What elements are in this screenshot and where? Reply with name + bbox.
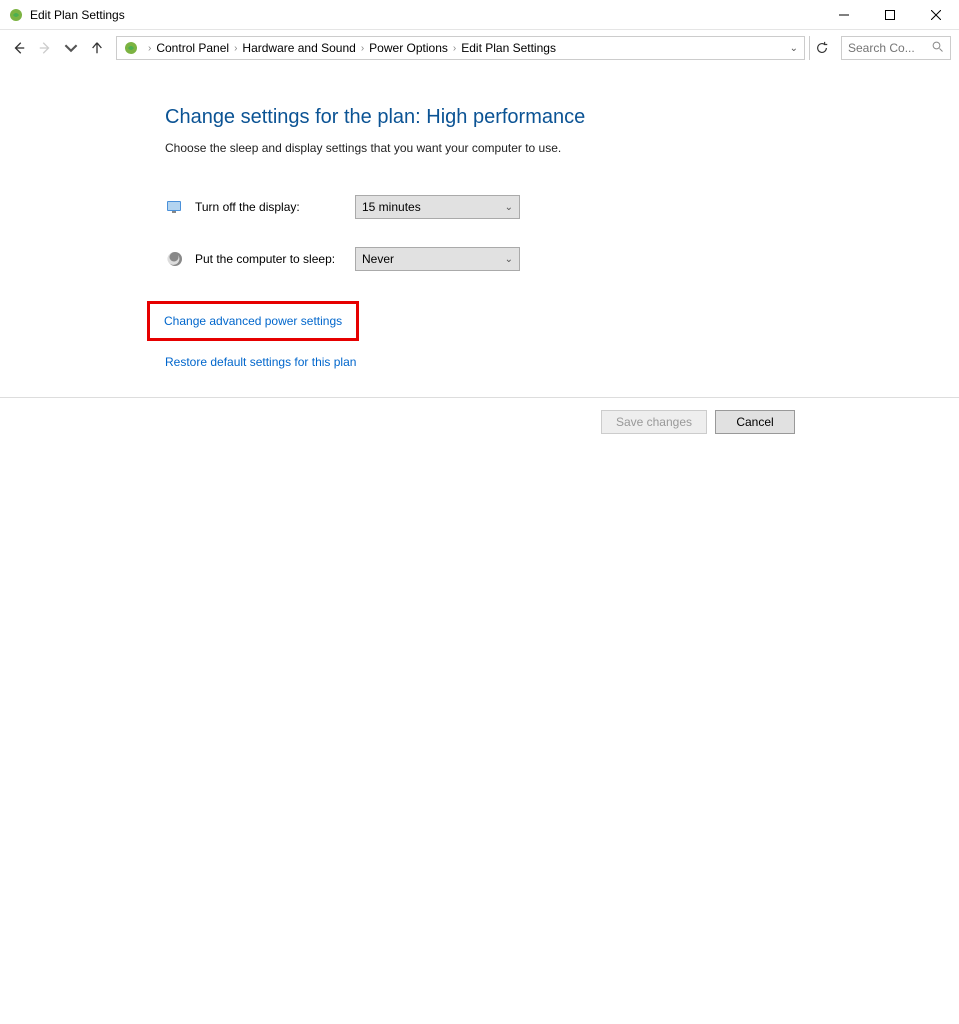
footer: Save changes Cancel	[0, 397, 959, 434]
up-button[interactable]	[86, 37, 108, 59]
cancel-button[interactable]: Cancel	[715, 410, 795, 434]
chevron-right-icon[interactable]: ›	[148, 43, 151, 54]
dropdown-value: 15 minutes	[362, 200, 505, 214]
forward-button[interactable]	[34, 37, 56, 59]
page-title: Change settings for the plan: High perfo…	[165, 106, 959, 129]
navbar: › Control Panel › Hardware and Sound › P…	[0, 30, 959, 66]
close-button[interactable]	[913, 0, 959, 30]
restore-defaults-link[interactable]: Restore default settings for this plan	[165, 355, 356, 369]
titlebar: Edit Plan Settings	[0, 0, 959, 30]
sleep-label: Put the computer to sleep:	[195, 252, 355, 266]
chevron-right-icon[interactable]: ›	[361, 43, 364, 54]
chevron-right-icon[interactable]: ›	[234, 43, 237, 54]
power-options-icon	[8, 7, 24, 23]
breadcrumb-item[interactable]: Power Options	[369, 41, 448, 55]
breadcrumb-item[interactable]: Hardware and Sound	[242, 41, 355, 55]
chevron-down-icon[interactable]: ⌄	[790, 43, 798, 54]
breadcrumb: › Control Panel › Hardware and Sound › P…	[143, 41, 556, 55]
search-input[interactable]	[848, 41, 932, 55]
recent-dropdown[interactable]	[60, 37, 82, 59]
window-controls	[821, 0, 959, 30]
sleep-icon	[165, 249, 185, 269]
highlight-box: Change advanced power settings	[147, 301, 359, 341]
display-off-dropdown[interactable]: 15 minutes ⌄	[355, 195, 520, 219]
chevron-right-icon[interactable]: ›	[453, 43, 456, 54]
content-area: Change settings for the plan: High perfo…	[0, 66, 959, 369]
display-off-label: Turn off the display:	[195, 200, 355, 214]
minimize-button[interactable]	[821, 0, 867, 30]
page-subtitle: Choose the sleep and display settings th…	[165, 141, 959, 155]
sleep-dropdown[interactable]: Never ⌄	[355, 247, 520, 271]
display-off-row: Turn off the display: 15 minutes ⌄	[165, 195, 959, 219]
dropdown-value: Never	[362, 252, 505, 266]
save-button[interactable]: Save changes	[601, 410, 707, 434]
breadcrumb-item[interactable]: Control Panel	[156, 41, 229, 55]
power-options-icon	[123, 40, 139, 56]
sleep-row: Put the computer to sleep: Never ⌄	[165, 247, 959, 271]
advanced-settings-link[interactable]: Change advanced power settings	[164, 314, 342, 328]
breadcrumb-item[interactable]: Edit Plan Settings	[461, 41, 556, 55]
chevron-down-icon: ⌄	[505, 254, 513, 265]
search-icon[interactable]	[932, 41, 944, 56]
chevron-down-icon: ⌄	[505, 202, 513, 213]
refresh-button[interactable]	[809, 36, 833, 60]
monitor-icon	[165, 197, 185, 217]
window-title: Edit Plan Settings	[30, 8, 125, 22]
links-block: Change advanced power settings Restore d…	[165, 301, 959, 369]
addressbar[interactable]: › Control Panel › Hardware and Sound › P…	[116, 36, 805, 60]
maximize-button[interactable]	[867, 0, 913, 30]
back-button[interactable]	[8, 37, 30, 59]
search-box[interactable]	[841, 36, 951, 60]
